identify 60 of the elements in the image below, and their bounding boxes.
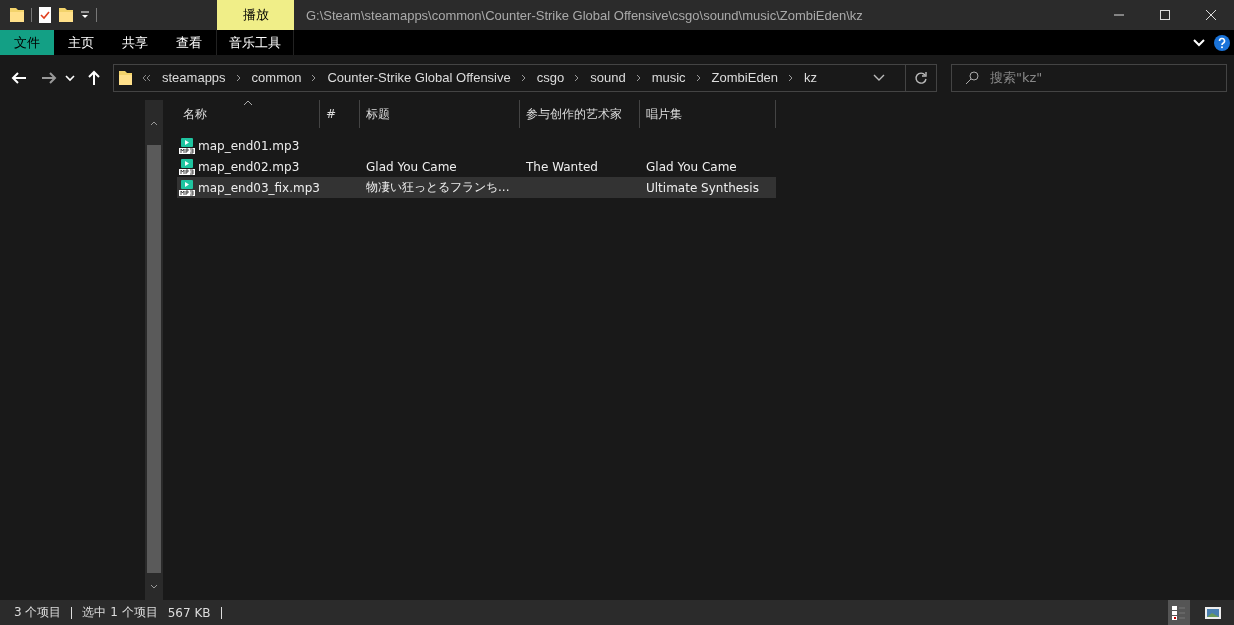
table-cell: Glad You Came xyxy=(646,159,737,174)
context-tab[interactable]: 播放 xyxy=(217,0,294,30)
chevron-right-icon xyxy=(635,73,642,82)
scrollbar[interactable] xyxy=(145,100,163,600)
chevron-right-icon xyxy=(788,73,795,82)
dropdown-icon[interactable] xyxy=(80,10,90,20)
breadcrumb-item[interactable]: music xyxy=(651,70,686,85)
chevron-right-icon xyxy=(311,73,318,82)
table-cell: Glad You Came xyxy=(366,159,457,174)
details-view-icon[interactable] xyxy=(1168,600,1190,625)
mp3-file-icon xyxy=(179,137,195,154)
column-header[interactable]: 唱片集 xyxy=(640,100,776,128)
selection-size: 567 KB xyxy=(167,605,211,620)
table-cell: The Wanted xyxy=(526,159,598,174)
chevron-right-icon xyxy=(235,73,242,82)
chevron-right-icon xyxy=(695,73,702,82)
column-header[interactable]: # xyxy=(320,100,360,128)
ribbon-tab[interactable]: 查看 xyxy=(162,30,216,55)
search-icon xyxy=(965,70,979,85)
folder-icon xyxy=(118,68,132,87)
chevron-down-icon[interactable] xyxy=(873,73,885,82)
window-title: G:\Steam\steamapps\common\Counter-Strike Global Offensive\csgo\sound\music\ZombiEden\kz xyxy=(305,6,864,25)
ribbon-tab[interactable]: 共享 xyxy=(108,30,162,55)
forward-arrow-icon[interactable] xyxy=(41,70,57,85)
file-row[interactable]: map_end03_fix.mp3 物凄い狂っとるフランち... Ultimate Synthesis xyxy=(177,177,776,198)
column-header[interactable]: 名称 xyxy=(177,100,320,128)
file-row[interactable]: map_end02.mp3 Glad You Came The Wanted Glad You Came xyxy=(177,156,776,177)
breadcrumb-item[interactable]: ZombiEden xyxy=(711,70,779,85)
mp3-file-icon xyxy=(179,179,195,196)
breadcrumb-item[interactable]: sound xyxy=(590,70,626,85)
chevron-right-icon xyxy=(574,73,581,82)
search-field[interactable]: 搜索"kz" xyxy=(951,63,1227,92)
ribbon-tab[interactable]: 主页 xyxy=(54,30,108,55)
up-arrow-icon[interactable] xyxy=(87,69,101,86)
folder-icon[interactable] xyxy=(58,6,74,24)
breadcrumb-item[interactable]: steamapps xyxy=(162,70,226,85)
overflow-chevron-icon[interactable] xyxy=(142,73,152,82)
checklist-icon[interactable] xyxy=(38,6,52,24)
ribbon-tab[interactable]: 文件 xyxy=(0,30,54,55)
breadcrumb-item[interactable]: kz xyxy=(804,70,818,85)
scrollbar-thumb[interactable] xyxy=(147,145,161,573)
folder-icon[interactable] xyxy=(9,6,25,24)
back-arrow-icon[interactable] xyxy=(11,70,27,85)
breadcrumb-item[interactable]: Counter-Strike Global Offensive xyxy=(327,70,511,85)
sort-ascending-icon xyxy=(243,100,253,106)
breadcrumb-item[interactable]: common xyxy=(251,70,302,85)
table-cell: Ultimate Synthesis xyxy=(646,180,759,195)
chevron-right-icon xyxy=(520,73,527,82)
item-count: 3 个项目 xyxy=(14,604,62,621)
file-name: map_end03_fix.mp3 xyxy=(198,180,320,195)
file-name: map_end02.mp3 xyxy=(198,159,300,174)
breadcrumb-item[interactable]: csgo xyxy=(536,70,565,85)
column-header[interactable]: 参与创作的艺术家 xyxy=(520,100,640,128)
table-cell: 物凄い狂っとるフランち... xyxy=(366,179,510,196)
file-name: map_end01.mp3 xyxy=(198,138,300,153)
file-row[interactable]: map_end01.mp3 xyxy=(177,135,776,156)
selection-count: 选中 1 个项目 xyxy=(82,604,158,621)
column-header[interactable]: 标题 xyxy=(360,100,520,128)
address-bar[interactable]: steamapps common Counter-Strike Global Offensive csgo sound music ZombiEden kz xyxy=(113,63,937,92)
mp3-file-icon xyxy=(179,158,195,175)
